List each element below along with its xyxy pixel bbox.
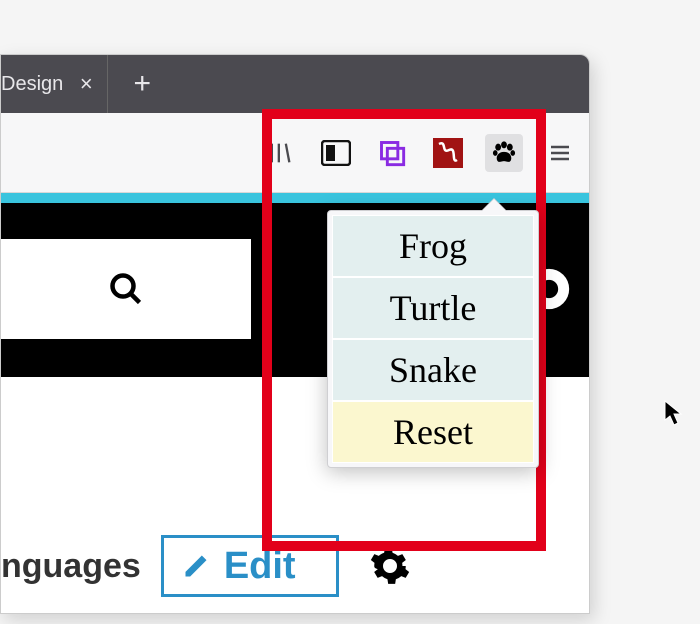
popup-item-turtle[interactable]: Turtle [332, 277, 534, 339]
browser-tab[interactable]: Design × [1, 55, 108, 113]
languages-label: nguages [1, 547, 141, 586]
edit-button[interactable]: Edit [161, 535, 339, 597]
close-icon[interactable]: × [75, 73, 97, 95]
pencil-icon [182, 552, 210, 580]
search-icon [108, 271, 144, 307]
action-row: nguages Edit [1, 535, 589, 607]
pdf-icon[interactable] [429, 134, 467, 172]
gear-icon [369, 545, 411, 587]
popup-item-frog[interactable]: Frog [332, 215, 534, 277]
extension-popup: Frog Turtle Snake Reset [327, 210, 539, 468]
search-box[interactable] [1, 239, 251, 339]
new-tab-button[interactable]: + [122, 64, 162, 104]
tab-title: Design [1, 73, 63, 96]
popup-item-snake[interactable]: Snake [332, 339, 534, 401]
settings-button[interactable] [359, 535, 421, 597]
library-icon[interactable] [261, 134, 299, 172]
copy-icon[interactable] [373, 134, 411, 172]
reader-icon[interactable] [317, 134, 355, 172]
paw-extension-button[interactable] [485, 134, 523, 172]
paw-icon [490, 139, 518, 167]
popup-item-reset[interactable]: Reset [332, 401, 534, 463]
tab-bar: Design × + [1, 55, 589, 113]
edit-label: Edit [224, 545, 296, 588]
toolbar [1, 113, 589, 193]
menu-icon[interactable] [541, 134, 579, 172]
mouse-cursor [664, 400, 684, 428]
